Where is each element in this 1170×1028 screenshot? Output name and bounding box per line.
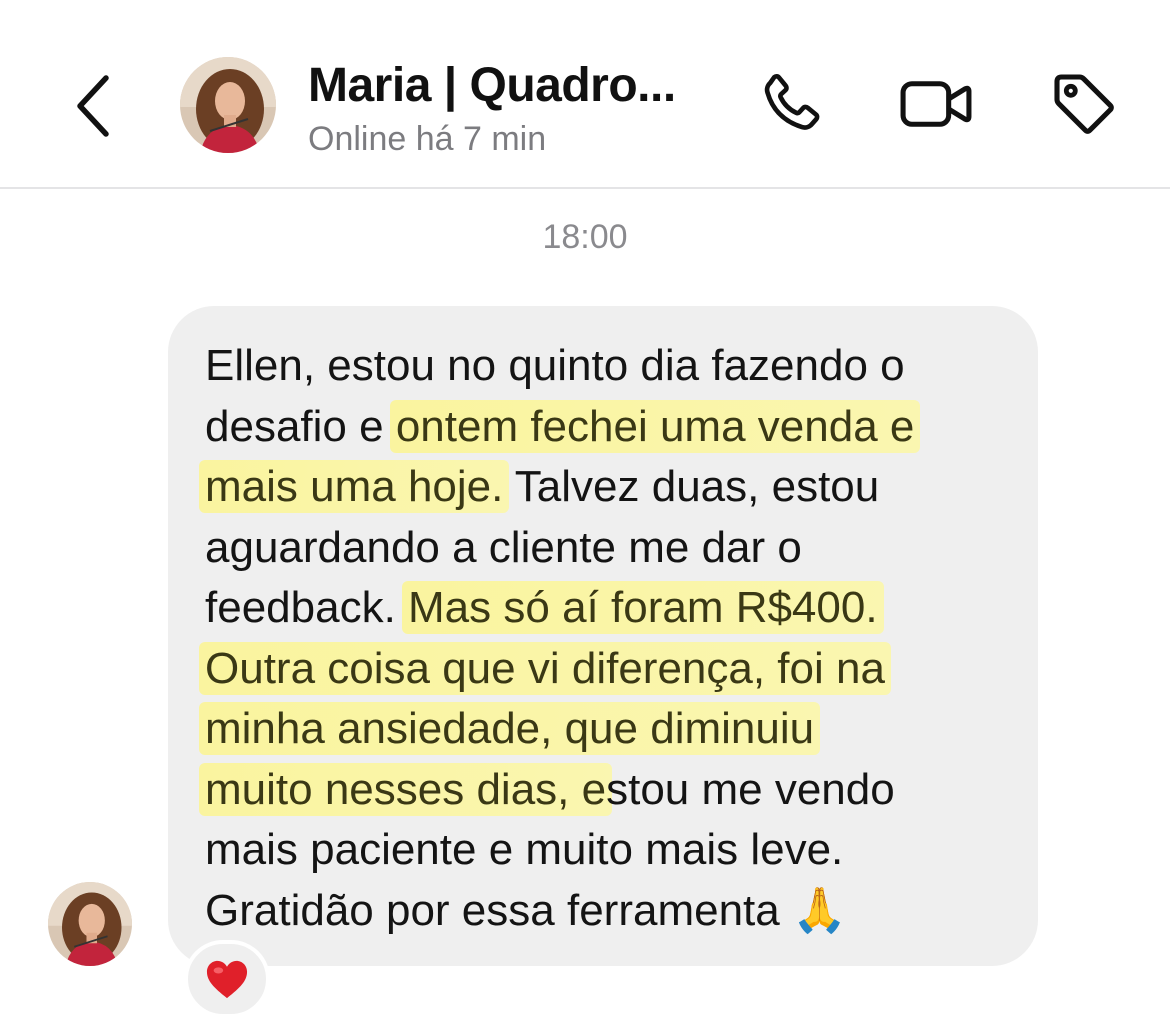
contact-avatar[interactable] bbox=[180, 57, 276, 153]
message-line: mais uma hoje. Talvez duas, estou bbox=[199, 457, 1025, 518]
message-line: Outra coisa que vi diferença, foi na bbox=[199, 639, 1025, 700]
chevron-left-icon bbox=[77, 75, 109, 137]
message-segment: stou me vendo bbox=[606, 764, 895, 814]
message-line: aguardando a cliente me dar o bbox=[205, 518, 1025, 579]
praying-hands-emoji: 🙏 bbox=[791, 884, 847, 936]
message-line: muito nesses dias, estou me vendo bbox=[199, 760, 1025, 821]
message-segment: Talvez duas, estou bbox=[503, 462, 880, 511]
message-text: Ellen, estou no quinto dia fazendo o desa… bbox=[199, 336, 1025, 942]
message-line: desafio e ontem fechei uma venda e bbox=[205, 397, 1025, 458]
heart-reaction[interactable] bbox=[184, 940, 270, 1018]
tag-button[interactable] bbox=[1042, 62, 1126, 146]
phone-icon bbox=[764, 73, 820, 130]
highlighted-text: ontem fechei uma venda e bbox=[389, 399, 921, 453]
chat-header: Maria | Quadro... Online há 7 min bbox=[0, 0, 1170, 189]
tag-icon bbox=[1054, 74, 1114, 134]
highlighted-text: mais uma hoje. bbox=[199, 460, 510, 513]
highlighted-text: Mas só aí foram R$400. bbox=[402, 581, 884, 634]
message-line: mais paciente e muito mais leve. bbox=[205, 820, 1025, 881]
message-line: feedback. Mas só aí foram R$400. bbox=[205, 578, 1025, 639]
highlighted-text: minha ansiedade, que diminuiu bbox=[199, 702, 821, 755]
message-segment: Gratidão por essa ferramenta bbox=[205, 885, 792, 935]
message-segment: feedback. bbox=[205, 583, 409, 632]
back-button[interactable] bbox=[64, 66, 124, 146]
avatar-portrait bbox=[48, 882, 132, 966]
heart-icon bbox=[206, 960, 248, 999]
message-line: Ellen, estou no quinto dia fazendo o bbox=[205, 336, 1025, 397]
message-segment: Ellen, estou no quinto dia fazendo o bbox=[205, 341, 905, 390]
message-segment: mais paciente e muito mais leve. bbox=[205, 825, 844, 874]
contact-name[interactable]: Maria | Quadro... bbox=[308, 58, 676, 113]
message-line: minha ansiedade, que diminuiu bbox=[199, 699, 1025, 760]
message-segment: aguardando a cliente me dar o bbox=[205, 522, 802, 572]
video-camera-icon bbox=[900, 81, 972, 127]
voice-call-button[interactable] bbox=[748, 62, 832, 146]
sender-avatar[interactable] bbox=[48, 882, 132, 966]
highlighted-text: muito nesses dias, e bbox=[199, 762, 613, 816]
message-segment: desafio e bbox=[205, 401, 396, 451]
message-timestamp: 18:00 bbox=[542, 218, 628, 256]
highlighted-text: Outra coisa que vi diferença, foi na bbox=[199, 641, 891, 695]
contact-status: Online há 7 min bbox=[308, 120, 547, 158]
avatar-portrait bbox=[180, 57, 276, 153]
chat-screen: Maria | Quadro... Online há 7 min 18:00 … bbox=[0, 0, 1170, 1028]
video-call-button[interactable] bbox=[894, 62, 978, 146]
message-line: Gratidão por essa ferramenta 🙏 bbox=[205, 881, 1025, 942]
